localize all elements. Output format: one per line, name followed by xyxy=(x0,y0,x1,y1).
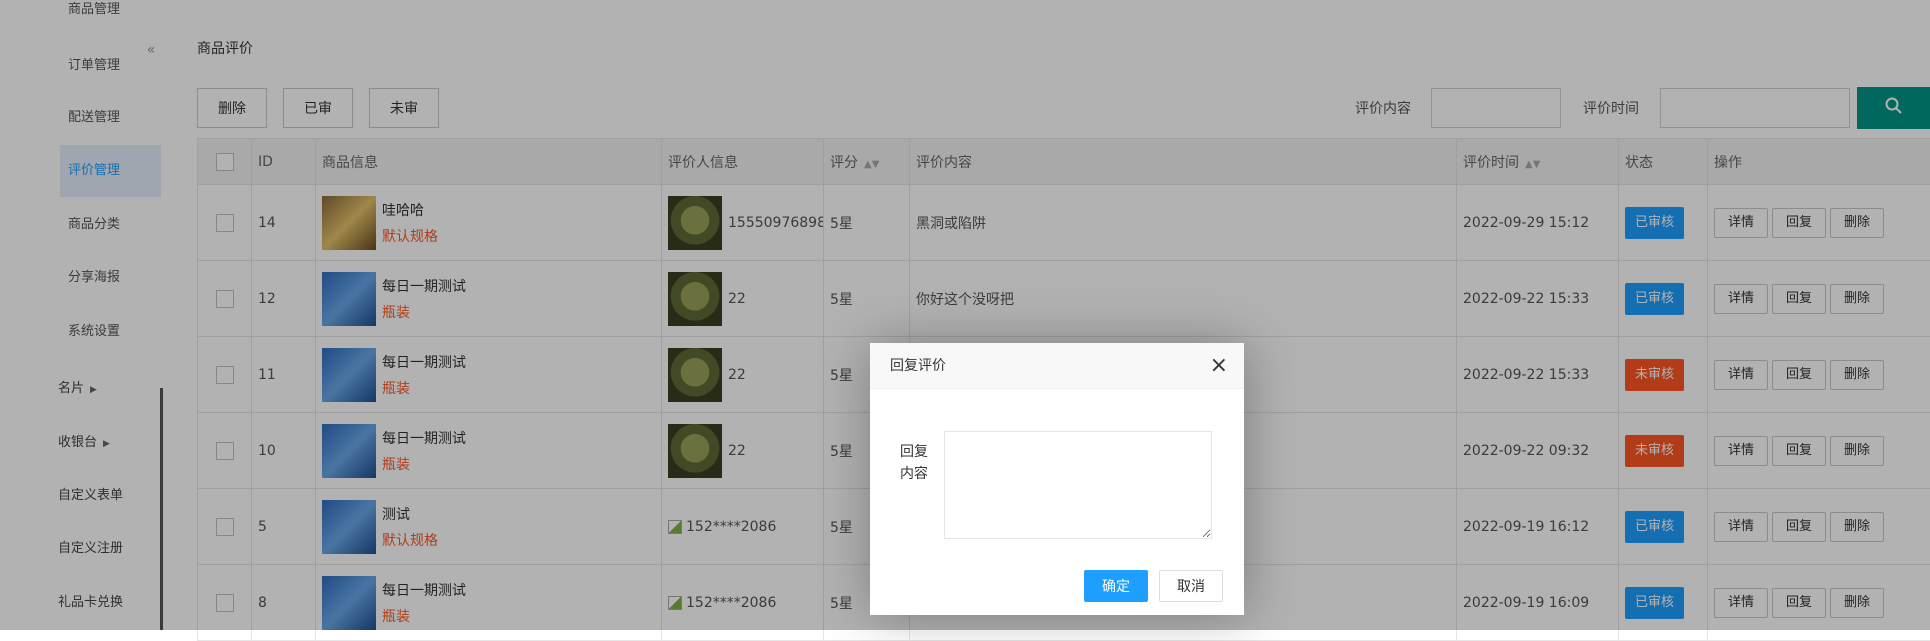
reply-dialog: 回复评价 × 回复内容 确定 取消 xyxy=(870,343,1244,615)
reply-content-label: 回复内容 xyxy=(894,441,934,485)
dialog-header: 回复评价 × xyxy=(870,343,1244,389)
cancel-button[interactable]: 取消 xyxy=(1159,570,1223,602)
reply-content-textarea[interactable] xyxy=(944,431,1212,539)
close-icon[interactable]: × xyxy=(1210,343,1228,389)
confirm-button[interactable]: 确定 xyxy=(1084,570,1148,602)
dialog-title: 回复评价 xyxy=(890,358,946,374)
